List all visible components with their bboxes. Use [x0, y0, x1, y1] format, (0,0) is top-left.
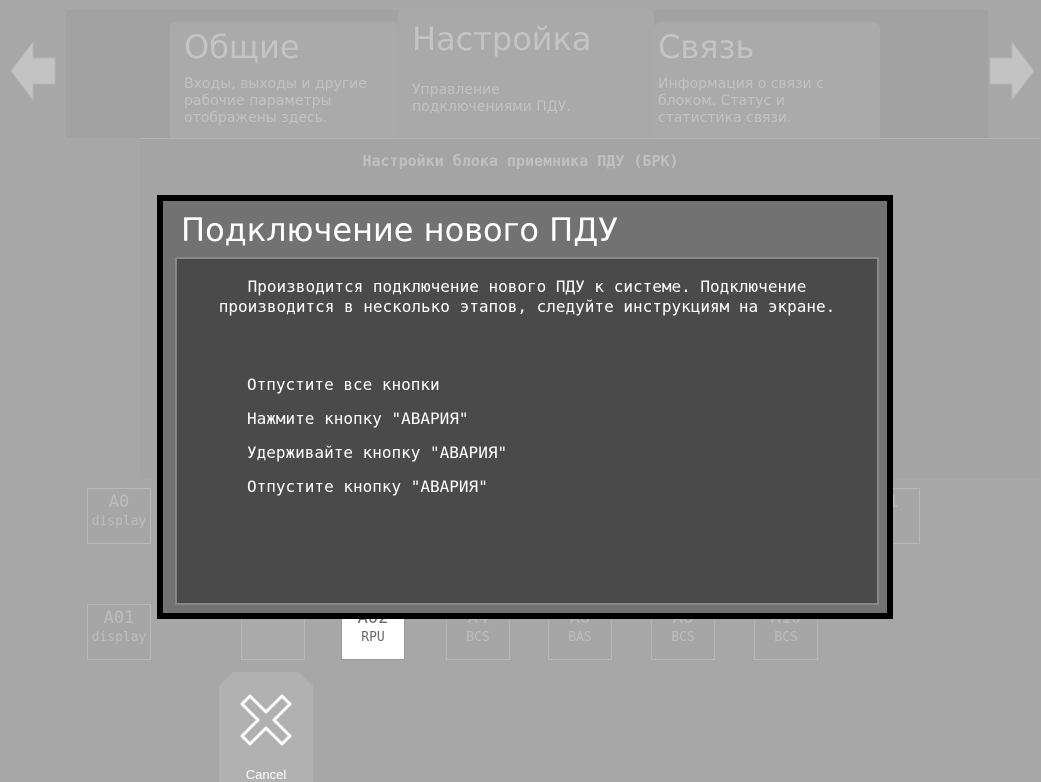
- cancel-button[interactable]: Cancel: [219, 672, 313, 782]
- tab-general-title: Общие: [184, 28, 300, 66]
- module-type: display: [91, 630, 147, 645]
- tab-general[interactable]: Общие Входы, выходы и другие рабочие пар…: [170, 22, 398, 138]
- module-type: RPU: [361, 630, 385, 645]
- dialog-body: Производится подключение нового ПДУ к си…: [175, 257, 879, 605]
- arrow-right-icon: [989, 40, 1034, 102]
- arrow-left-icon: [11, 40, 56, 102]
- module-type: BCS: [774, 630, 798, 645]
- instruction-steps: Отпустите все кнопки Нажмите кнопку "АВА…: [247, 375, 507, 511]
- module-type: display: [91, 514, 147, 529]
- tab-settings-desc: Управление подключениями ПДУ.: [412, 82, 571, 115]
- instruction-step: Отпустите кнопку "АВАРИЯ": [247, 477, 488, 496]
- section-title: Настройки блока приемника ПДУ (БРК): [362, 152, 679, 170]
- tab-general-desc: Входы, выходы и другие рабочие параметры…: [184, 76, 367, 126]
- tab-connection-title: Связь: [658, 28, 755, 66]
- instruction-step: Нажмите кнопку "АВАРИЯ": [247, 409, 469, 428]
- cancel-label: Cancel: [245, 767, 287, 782]
- tab-connection-desc: Информация о связи с блоком. Статус и ст…: [658, 76, 824, 126]
- instruction-step: Отпустите все кнопки: [247, 375, 440, 394]
- tab-settings-title: Настройка: [412, 20, 592, 58]
- module-type: BAS: [568, 630, 592, 645]
- dialog-title: Подключение нового ПДУ: [181, 211, 618, 249]
- module-a0[interactable]: A0 display: [87, 488, 151, 544]
- dialog-description: Производится подключение нового ПДУ к си…: [177, 277, 877, 317]
- connect-remote-dialog: Подключение нового ПДУ Производится подк…: [157, 195, 893, 619]
- close-x-icon: [240, 694, 292, 746]
- tab-connection[interactable]: Связь Информация о связи с блоком. Стату…: [654, 22, 880, 138]
- module-a01[interactable]: A01 display: [87, 604, 151, 660]
- module-type: BCS: [671, 630, 695, 645]
- tab-settings[interactable]: Настройка Управление подключениями ПДУ.: [398, 8, 654, 138]
- dialog-description-line: Производится подключение нового ПДУ к си…: [247, 277, 807, 296]
- dialog-description-line: производится в несколько этапов, следуйт…: [218, 297, 836, 316]
- screen: Общие Входы, выходы и другие рабочие пар…: [0, 0, 1041, 782]
- instruction-step: Удерживайте кнопку "АВАРИЯ": [247, 443, 508, 462]
- prev-page-button[interactable]: [10, 38, 58, 104]
- module-name: A01: [103, 608, 135, 628]
- dialog-frame: Подключение нового ПДУ Производится подк…: [163, 201, 887, 613]
- module-name: A0: [108, 492, 130, 512]
- module-type: BCS: [466, 630, 490, 645]
- next-page-button[interactable]: [987, 38, 1035, 104]
